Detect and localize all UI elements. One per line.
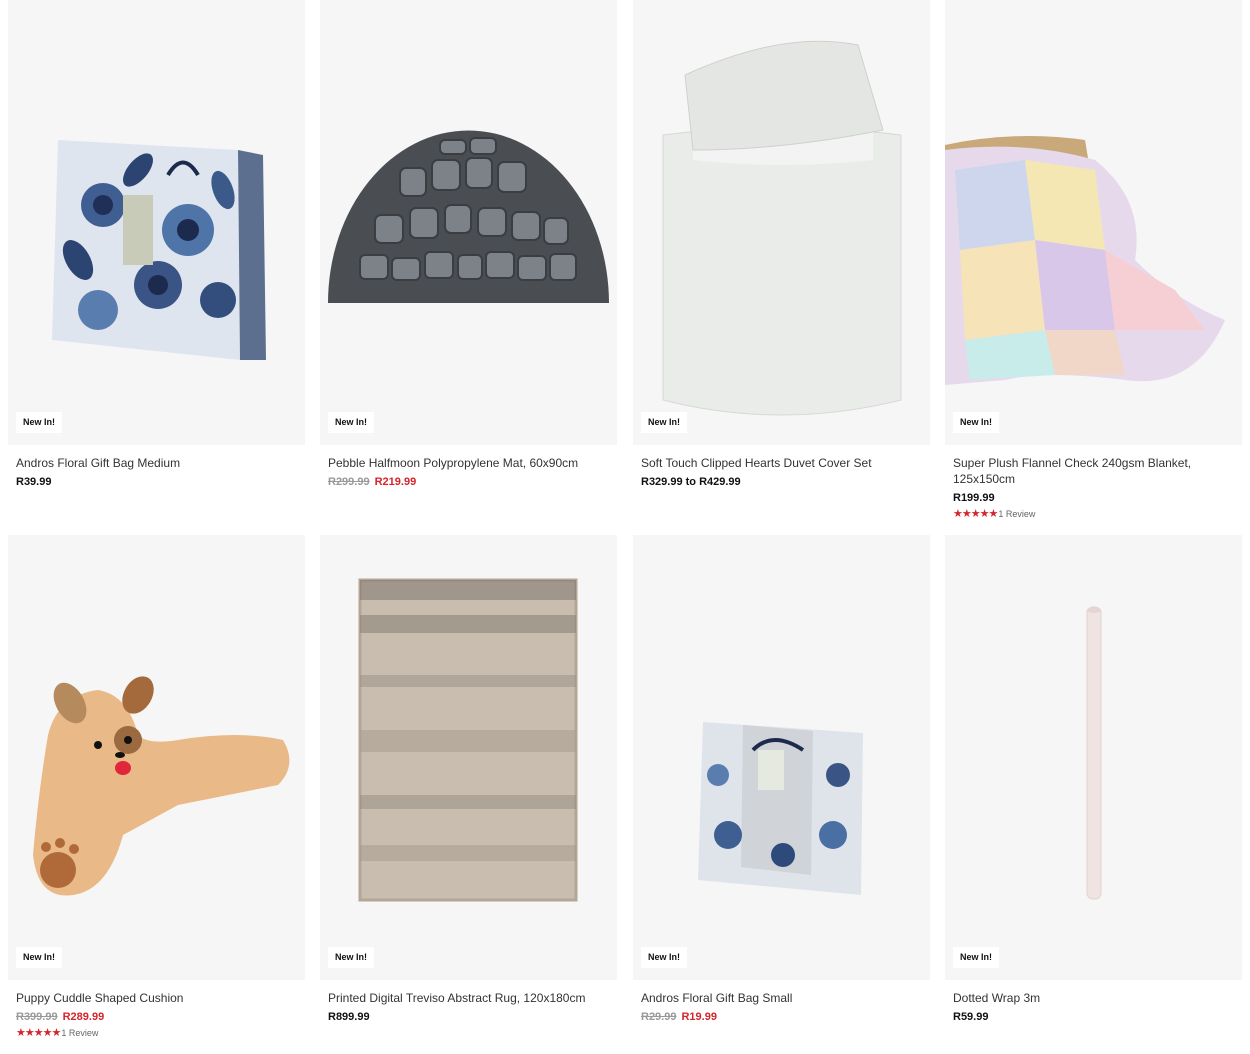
new-in-badge: New In! <box>953 412 1000 433</box>
product-image[interactable]: New In! <box>320 535 617 980</box>
new-in-badge: New In! <box>641 412 688 433</box>
product-image[interactable]: New In! <box>8 535 305 980</box>
price: R59.99 <box>953 1011 989 1023</box>
product-image[interactable]: New In! <box>8 0 305 445</box>
review-count: 1 Review <box>998 508 1036 519</box>
product-image[interactable]: New In! <box>945 535 1242 980</box>
price: R39.99 <box>16 476 52 488</box>
product-card[interactable]: New In! Printed Digital Treviso Abstract… <box>320 535 617 1024</box>
wrap-roll-image <box>1086 606 1102 900</box>
product-title[interactable]: Puppy Cuddle Shaped Cushion <box>16 990 286 1006</box>
price-row: R899.99 <box>328 1010 617 1024</box>
product-grid: New In! Andros Floral Gift Bag Medium R3… <box>0 0 1250 1054</box>
product-title[interactable]: Soft Touch Clipped Hearts Duvet Cover Se… <box>641 455 911 471</box>
product-image[interactable]: New In! <box>633 535 930 980</box>
price-row: R399.99 R289.99 <box>16 1010 305 1024</box>
price-row: R329.99 to R429.99 <box>641 475 930 489</box>
new-in-badge: New In! <box>953 947 1000 968</box>
halfmoon-mat-image <box>328 130 609 303</box>
product-card[interactable]: New In! Pebble Halfmoon Polypropylene Ma… <box>320 0 617 489</box>
puppy-cushion-image <box>33 676 290 896</box>
sale-price: R289.99 <box>62 1011 105 1023</box>
price-row: R59.99 <box>953 1010 1242 1024</box>
price: R899.99 <box>328 1011 370 1023</box>
sale-price: R19.99 <box>681 1011 717 1023</box>
product-card[interactable]: New In! Dotted Wrap 3m R59.99 <box>945 535 1242 1024</box>
star-icon: ★★★★★ <box>953 508 998 520</box>
product-card[interactable]: New In! Puppy Cuddle Shaped Cushion R399… <box>8 535 305 1039</box>
was-price: R299.99 <box>328 476 370 488</box>
product-title[interactable]: Pebble Halfmoon Polypropylene Mat, 60x90… <box>328 455 598 471</box>
rating[interactable]: ★★★★★ 1 Review <box>16 1026 305 1039</box>
new-in-badge: New In! <box>328 947 375 968</box>
review-count: 1 Review <box>61 1027 99 1038</box>
rating[interactable]: ★★★★★ 1 Review <box>953 507 1242 520</box>
star-icon: ★★★★★ <box>16 1027 61 1039</box>
product-image[interactable]: New In! <box>945 0 1242 445</box>
price-row: R199.99 <box>953 491 1242 505</box>
price-row: R29.99 R19.99 <box>641 1010 930 1024</box>
product-title[interactable]: Printed Digital Treviso Abstract Rug, 12… <box>328 990 598 1006</box>
product-card[interactable]: New In! Andros Floral Gift Bag Medium R3… <box>8 0 305 489</box>
product-title[interactable]: Dotted Wrap 3m <box>953 990 1223 1006</box>
new-in-badge: New In! <box>16 947 63 968</box>
gift-bag-image <box>52 140 266 360</box>
duvet-set-image <box>662 40 902 416</box>
product-title[interactable]: Andros Floral Gift Bag Medium <box>16 455 286 471</box>
was-price: R29.99 <box>641 1011 677 1023</box>
gift-bag-small-image <box>698 722 863 895</box>
product-card[interactable]: New In! Super Plush Flannel Check 240gsm… <box>945 0 1242 520</box>
product-card[interactable]: New In! Soft Touch Clipped Hearts Duvet … <box>633 0 930 489</box>
product-title[interactable]: Andros Floral Gift Bag Small <box>641 990 911 1006</box>
price-row: R39.99 <box>16 475 305 489</box>
new-in-badge: New In! <box>16 412 63 433</box>
was-price: R399.99 <box>16 1011 58 1023</box>
product-image[interactable]: New In! <box>320 0 617 445</box>
product-image[interactable]: New In! <box>633 0 930 445</box>
price: R329.99 to R429.99 <box>641 476 741 488</box>
new-in-badge: New In! <box>328 412 375 433</box>
price: R199.99 <box>953 492 995 504</box>
blanket-image <box>945 136 1225 385</box>
rug-image <box>358 578 578 902</box>
product-card[interactable]: New In! Andros Floral Gift Bag Small R29… <box>633 535 930 1024</box>
price-row: R299.99 R219.99 <box>328 475 617 489</box>
new-in-badge: New In! <box>641 947 688 968</box>
product-title[interactable]: Super Plush Flannel Check 240gsm Blanket… <box>953 455 1223 487</box>
sale-price: R219.99 <box>374 476 417 488</box>
